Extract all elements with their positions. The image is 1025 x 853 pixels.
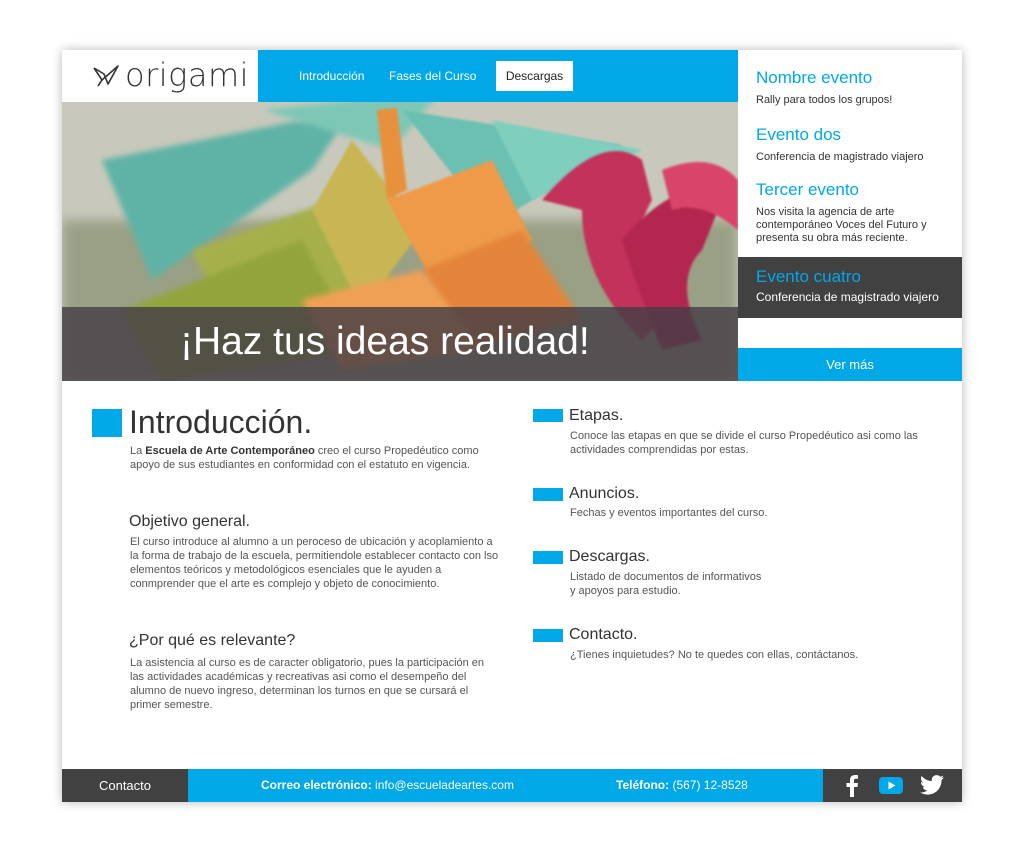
contacto-title[interactable]: Contacto.	[569, 626, 637, 644]
footer-phone: Teléfono: (567) 12-8528	[616, 769, 748, 802]
objective-title: Objetivo general.	[129, 513, 250, 530]
section-marker	[533, 409, 563, 422]
descargas-title[interactable]: Descargas.	[569, 548, 650, 566]
email-label: Correo electrónico:	[261, 778, 372, 792]
event-description: Nos visita la agencia de arte contemporá…	[756, 206, 927, 244]
relevance-title: ¿Por qué es relevante?	[129, 632, 296, 649]
nav-item-fases-del-curso[interactable]: Fases del Curso	[378, 62, 487, 90]
footer-contact-button[interactable]: Contacto	[62, 769, 188, 802]
event-title: Evento cuatro	[756, 267, 861, 286]
intro-body-prefix: La	[130, 445, 146, 457]
event-description: Conferencia de magistrado viajero	[756, 290, 939, 304]
event-item[interactable]: Nombre evento Rally para todos los grupo…	[738, 68, 962, 107]
intro-body-school-name: Escuela de Arte Contemporáneo	[145, 445, 315, 457]
origami-crane-icon	[93, 65, 119, 87]
event-description: Conferencia de magistrado viajero	[756, 151, 924, 163]
event-title: Evento dos	[756, 125, 842, 144]
facebook-icon[interactable]	[845, 775, 859, 797]
section-marker	[533, 488, 563, 501]
event-title: Tercer evento	[756, 180, 859, 199]
descargas-body-line: y apoyos para estudio.	[570, 585, 681, 597]
etapas-body: Conoce las etapas en que se divide el cu…	[570, 430, 918, 456]
descargas-body: Listado de documentos de informativos y a…	[570, 570, 950, 598]
twitter-icon[interactable]	[920, 775, 944, 795]
logo[interactable]: origami	[62, 50, 258, 102]
email-link[interactable]: info@escueladeartes.com	[375, 778, 514, 792]
anuncios-body: Fechas y eventos importantes del curso.	[570, 507, 768, 519]
section-marker	[92, 409, 122, 437]
event-item-active[interactable]: Evento cuatro Conferencia de magistrado …	[738, 257, 962, 318]
youtube-icon[interactable]	[879, 777, 903, 794]
ver-mas-button[interactable]: Ver más	[738, 348, 962, 381]
page: origami Introducción Fases del Curso Des…	[62, 50, 962, 802]
objective-body: El curso introduce al alumno a un peroce…	[130, 536, 499, 590]
phone-label: Teléfono:	[616, 778, 670, 792]
contacto-body: ¿Tienes inquietudes? No te quedes con el…	[570, 649, 859, 661]
logo-text: origami	[125, 56, 249, 94]
event-item[interactable]: Evento dos Conferencia de magistrado via…	[738, 125, 962, 164]
event-item[interactable]: Tercer evento Nos visita la agencia de a…	[738, 180, 962, 245]
event-description: Rally para todos los grupos!	[756, 94, 893, 106]
descargas-body-line: Listado de documentos de informativos	[570, 571, 762, 583]
nav-item-descargas[interactable]: Descargas	[496, 61, 573, 91]
intro-title: Introducción.	[129, 404, 313, 440]
social-links	[823, 769, 962, 802]
footer-email: Correo electrónico: info@escueladeartes.…	[261, 769, 514, 802]
section-marker	[533, 629, 563, 642]
hero-headline: ¡Haz tus ideas realidad!	[180, 320, 590, 363]
section-marker	[533, 551, 563, 564]
hero-banner: origami Introducción Fases del Curso Des…	[62, 50, 738, 381]
nav-item-introduccion[interactable]: Introducción	[288, 62, 375, 90]
events-sidebar: Nombre evento Rally para todos los grupo…	[738, 50, 962, 381]
etapas-title[interactable]: Etapas.	[569, 407, 623, 425]
footer: Contacto Correo electrónico: info@escuel…	[62, 769, 962, 802]
anuncios-title[interactable]: Anuncios.	[569, 485, 639, 503]
intro-body: La Escuela de Arte Contemporáneo creo el…	[130, 444, 500, 472]
relevance-body: La asistencia al curso es de caracter ob…	[130, 657, 485, 711]
phone-value: (567) 12-8528	[672, 778, 748, 792]
event-title: Nombre evento	[756, 68, 873, 87]
